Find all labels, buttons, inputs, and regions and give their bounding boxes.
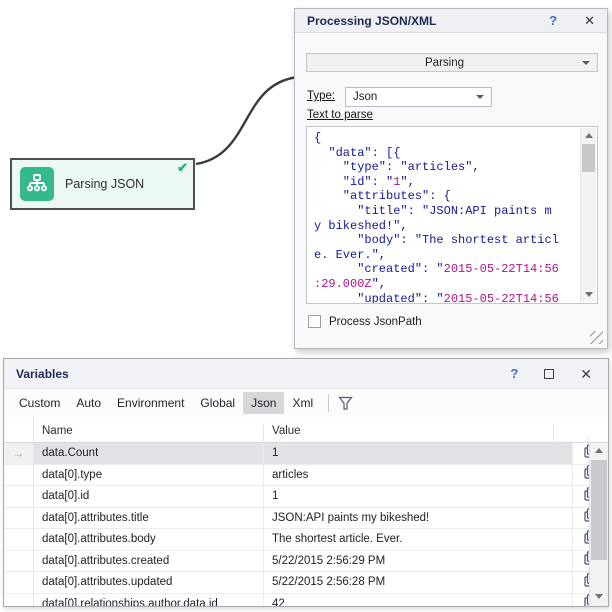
variable-name-cell[interactable]: data[0].relationships.author.data.id — [34, 594, 264, 608]
header-scrollbar-spacer — [589, 437, 608, 442]
json-code-line: "type": "articles", — [314, 160, 578, 175]
variable-name-cell[interactable]: data[0].attributes.title — [34, 508, 264, 529]
scrollbar-thumb[interactable] — [591, 460, 607, 560]
table-row[interactable]: data[0].relationships.author.data.id42 — [4, 594, 608, 608]
json-code-line: "created": "2015-05-22T14:56 — [314, 262, 578, 277]
tab-environment[interactable]: Environment — [109, 392, 192, 414]
chevron-down-icon — [582, 61, 590, 65]
variable-name-cell[interactable]: data[0].type — [34, 465, 264, 486]
process-jsonpath-label: Process JsonPath — [329, 316, 422, 328]
sitemap-icon — [20, 167, 54, 201]
type-dropdown-value: Json — [346, 91, 476, 103]
current-row-arrow-icon: → — [13, 446, 25, 460]
variable-value-cell[interactable]: 5/22/2015 2:56:29 PM — [264, 551, 573, 572]
variable-value-cell[interactable]: The shortest article. Ever. — [264, 529, 573, 550]
row-selector-cell — [4, 551, 34, 572]
variables-titlebar: Variables ? ✕ — [4, 359, 608, 389]
table-header: Name Value — [4, 417, 608, 443]
table-row[interactable]: data[0].attributes.created5/22/2015 2:56… — [4, 551, 608, 573]
json-code-line: "updated": "2015-05-22T14:56 — [314, 292, 578, 304]
row-selector-cell — [4, 486, 34, 507]
process-jsonpath-row: Process JsonPath — [308, 315, 422, 328]
header-value[interactable]: Value — [264, 425, 554, 442]
variable-name-cell[interactable]: data[0].attributes.created — [34, 551, 264, 572]
row-selector-cell — [4, 594, 34, 608]
help-icon[interactable]: ? — [510, 366, 518, 381]
table-row[interactable]: data[0].attributes.bodyThe shortest arti… — [4, 529, 608, 551]
json-code-line: "attributes": { — [314, 189, 578, 204]
variable-value-cell[interactable]: 1 — [264, 486, 573, 507]
scroll-down-icon[interactable] — [590, 589, 608, 604]
scrollbar-thumb[interactable] — [582, 144, 595, 172]
table-row[interactable]: → data.Count1 — [4, 443, 608, 465]
json-code-line: e. Ever.", — [314, 248, 578, 263]
row-selector-cell — [4, 508, 34, 529]
variable-name-cell[interactable]: data[0].attributes.body — [34, 529, 264, 550]
variables-window: Variables ? ✕ CustomAutoEnvironmentGloba… — [3, 358, 609, 607]
process-jsonpath-checkbox[interactable] — [308, 315, 321, 328]
json-code-line: "id": "1", — [314, 175, 578, 190]
table-row[interactable]: data[0].attributes.titleJSON:API paints … — [4, 508, 608, 530]
row-selector-cell — [4, 529, 34, 550]
workflow-node-parsing-json[interactable]: Parsing JSON ✔ — [10, 158, 195, 210]
action-dropdown[interactable]: Parsing — [306, 53, 598, 72]
scroll-up-icon[interactable] — [590, 443, 608, 458]
row-selector-cell — [4, 465, 34, 486]
variable-value-cell[interactable]: articles — [264, 465, 573, 486]
success-check-icon: ✔ — [177, 160, 188, 176]
scroll-up-icon[interactable] — [581, 128, 597, 143]
panel-title: Processing JSON/XML — [307, 14, 436, 28]
tab-xml[interactable]: Xml — [284, 392, 321, 414]
chevron-down-icon — [476, 95, 484, 99]
action-dropdown-value: Parsing — [307, 57, 582, 69]
text-to-parse-label[interactable]: Text to parse — [307, 109, 373, 121]
panel-titlebar: Processing JSON/XML ? ✕ — [295, 9, 607, 33]
variable-value-cell[interactable]: 5/22/2015 2:56:28 PM — [264, 572, 573, 593]
variable-name-cell[interactable]: data[0].attributes.updated — [34, 572, 264, 593]
text-to-parse-textarea[interactable]: { "data": [{ "type": "articles", "id": "… — [306, 126, 598, 304]
json-code-line: "body": "The shortest articl — [314, 233, 578, 248]
variable-name-cell[interactable]: data.Count — [34, 443, 264, 464]
json-code-line: { — [314, 131, 578, 146]
help-icon[interactable]: ? — [549, 13, 557, 28]
table-row[interactable]: data[0].id1 — [4, 486, 608, 508]
variable-name-cell[interactable]: data[0].id — [34, 486, 264, 507]
json-code-line: :29.000Z", — [314, 277, 578, 292]
node-label: Parsing JSON — [65, 177, 144, 191]
variable-value-cell[interactable]: 1 — [264, 443, 573, 464]
json-source-text: { "data": [{ "type": "articles", "id": "… — [307, 129, 580, 301]
workflow-canvas: Parsing JSON ✔ Processing JSON/XML ? ✕ P… — [0, 0, 612, 612]
close-icon[interactable]: ✕ — [584, 13, 595, 29]
resize-grip[interactable] — [590, 331, 603, 344]
json-code-line: y bikeshed!", — [314, 219, 578, 234]
textarea-scrollbar[interactable] — [580, 128, 596, 302]
variable-value-cell[interactable]: JSON:API paints my bikeshed! — [264, 508, 573, 529]
header-gutter-cell — [4, 417, 34, 442]
variable-value-cell[interactable]: 42 — [264, 594, 573, 608]
header-copy-cell — [554, 437, 589, 442]
filter-icon[interactable] — [338, 396, 353, 411]
variables-rows: →data.Count1data[0].typearticlesdata[0].… — [4, 443, 608, 607]
processing-json-xml-panel: Processing JSON/XML ? ✕ Parsing Type: Js… — [294, 8, 608, 349]
type-label[interactable]: Type: — [307, 90, 335, 102]
row-selector-cell — [4, 572, 34, 593]
json-code-line: "data": [{ — [314, 146, 578, 161]
tab-custom[interactable]: Custom — [11, 392, 68, 414]
tab-auto[interactable]: Auto — [68, 392, 109, 414]
tab-global[interactable]: Global — [192, 392, 243, 414]
table-scrollbar[interactable] — [589, 443, 608, 606]
maximize-icon[interactable] — [544, 369, 554, 379]
row-selector-cell: → — [4, 443, 34, 464]
scroll-down-icon[interactable] — [581, 287, 597, 302]
type-dropdown[interactable]: Json — [345, 87, 492, 107]
table-row[interactable]: data[0].attributes.updated5/22/2015 2:56… — [4, 572, 608, 594]
table-row[interactable]: data[0].typearticles — [4, 465, 608, 487]
header-name[interactable]: Name — [34, 425, 264, 442]
close-icon[interactable]: ✕ — [580, 369, 592, 379]
json-code-line: "title": "JSON:API paints m — [314, 204, 578, 219]
tabbar-separator — [328, 394, 329, 412]
variables-tabbar: CustomAutoEnvironmentGlobalJsonXml — [4, 389, 608, 417]
variables-title: Variables — [16, 367, 69, 381]
tab-json[interactable]: Json — [243, 392, 284, 414]
